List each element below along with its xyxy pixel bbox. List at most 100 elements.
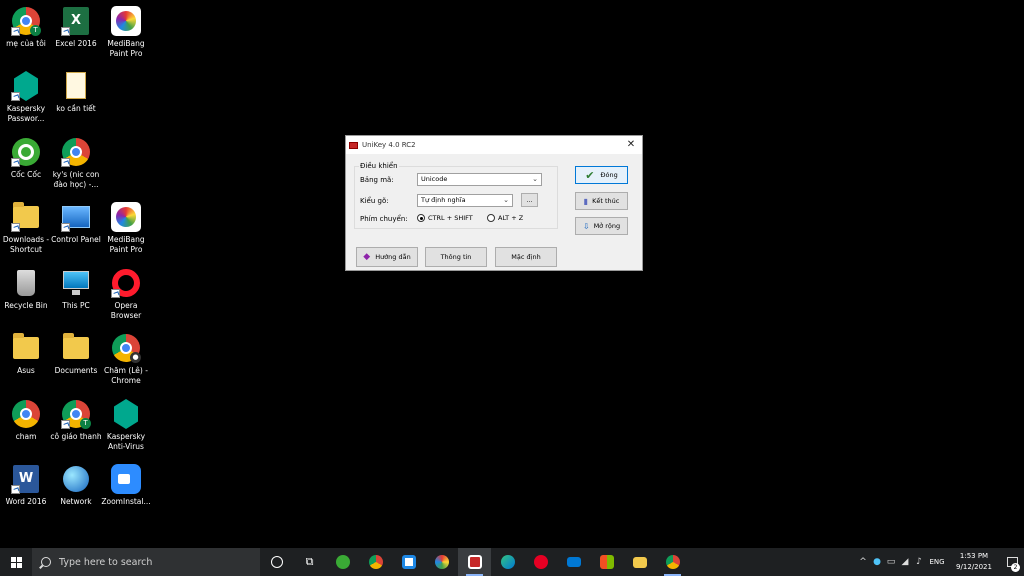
taskbar-coccoc[interactable] bbox=[326, 548, 359, 576]
taskbar-chrome[interactable] bbox=[359, 548, 392, 576]
close-icon[interactable]: ✕ bbox=[620, 136, 642, 154]
taskbar-store-app[interactable] bbox=[392, 548, 425, 576]
desktop-icon-medibang-2[interactable]: MediBang Paint Pro bbox=[100, 202, 152, 255]
desktop-icon-network[interactable]: Network bbox=[50, 464, 102, 507]
desktop-icon-label: Word 2016 bbox=[5, 497, 47, 506]
task-view-button[interactable]: ⧉ bbox=[293, 548, 326, 576]
desktop-icon-this-pc[interactable]: This PC bbox=[50, 268, 102, 311]
desktop-icon-asus[interactable]: Asus bbox=[0, 333, 52, 376]
close-button[interactable]: ✔ Đóng bbox=[575, 166, 628, 184]
desktop-icon-cham-le-chrome[interactable]: ● Chăm (Lê) - Chrome bbox=[100, 333, 152, 386]
charset-select[interactable]: Unicode ⌄ bbox=[417, 173, 542, 186]
input-method-value: Tự định nghĩa bbox=[421, 196, 466, 204]
edge-icon bbox=[500, 555, 515, 569]
action-center-button[interactable]: 2 bbox=[1000, 548, 1024, 576]
exit-button[interactable]: ▮ Kết thúc bbox=[575, 192, 628, 210]
desktop-icon-kaspersky-antivirus[interactable]: Kaspersky Anti-Virus bbox=[100, 399, 152, 452]
chrome-profile-icon bbox=[665, 555, 680, 569]
desktop-icon-label: Downloads - Shortcut bbox=[2, 235, 50, 254]
notification-count: 2 bbox=[1011, 563, 1020, 572]
system-tray: ^ ● ▭ ◢ ♪ ENG 1:53 PM 9/12/2021 2 bbox=[856, 548, 1024, 576]
desktop-icon-label: Opera Browser bbox=[110, 301, 142, 320]
unikey-icon bbox=[467, 555, 482, 569]
arrow-down-icon: ⇩ bbox=[582, 221, 590, 231]
unikey-dialog: UniKey 4.0 RC2 ✕ Điều khiển Bảng mã: Uni… bbox=[345, 135, 643, 271]
language-indicator[interactable]: ENG bbox=[926, 558, 948, 566]
taskbar-mail[interactable] bbox=[557, 548, 590, 576]
radio-selected-icon bbox=[417, 214, 425, 222]
wifi-icon[interactable]: ◢ bbox=[898, 557, 912, 567]
desktop-icon-co-giao-thanh[interactable]: T cô giáo thanh bbox=[50, 399, 102, 442]
start-button[interactable] bbox=[0, 548, 32, 576]
desktop-icon-ko-can-tiet[interactable]: ko cần tiết bbox=[50, 71, 102, 114]
desktop-icon-label: MediBang Paint Pro bbox=[107, 39, 145, 58]
charset-label: Bảng mã: bbox=[360, 176, 394, 184]
desktop-icon-kys-chrome[interactable]: ky's (nic con đào học) -... bbox=[50, 137, 102, 190]
custom-method-button[interactable]: ... bbox=[521, 193, 538, 207]
button-label: Hướng dẫn bbox=[375, 253, 411, 261]
radio-unselected-icon bbox=[487, 214, 495, 222]
desktop-icon-label: mẹ của tôi bbox=[6, 39, 46, 48]
desktop-icon-label: This PC bbox=[62, 301, 90, 310]
pinterest-icon bbox=[533, 555, 548, 569]
radio-alt-z[interactable]: ALT + Z bbox=[487, 214, 523, 222]
desktop-icon-excel-2016[interactable]: X Excel 2016 bbox=[50, 6, 102, 49]
battery-icon[interactable]: ▭ bbox=[884, 557, 898, 567]
desktop-icon-opera[interactable]: Opera Browser bbox=[100, 268, 152, 321]
taskbar-unikey[interactable] bbox=[458, 548, 491, 576]
window-title: UniKey 4.0 RC2 bbox=[362, 141, 416, 149]
expand-button[interactable]: ⇩ Mở rộng bbox=[575, 217, 628, 235]
charset-value: Unicode bbox=[421, 175, 448, 183]
coccoc-icon bbox=[335, 555, 350, 569]
desktop-icon-downloads-shortcut[interactable]: Downloads - Shortcut bbox=[0, 202, 52, 255]
desktop-icon-label: cham bbox=[15, 432, 37, 441]
desktop-icon-cham[interactable]: cham bbox=[0, 399, 52, 442]
taskbar: Type here to search ⧉ ^ ● ▭ ◢ ♪ ENG 1:53… bbox=[0, 548, 1024, 576]
cortana-button[interactable] bbox=[260, 548, 293, 576]
desktop-icon-label: Kaspersky Passwor... bbox=[6, 104, 46, 123]
desktop-icon-label: ky's (nic con đào học) -... bbox=[52, 170, 100, 189]
chevron-up-icon[interactable]: ^ bbox=[856, 557, 870, 567]
info-button[interactable]: Thông tin bbox=[425, 247, 487, 267]
chrome-icon bbox=[368, 555, 383, 569]
volume-icon[interactable]: ♪ bbox=[912, 557, 926, 567]
search-placeholder: Type here to search bbox=[59, 556, 153, 568]
control-groupbox: Điều khiển Bảng mã: Unicode ⌄ Kiểu gõ: T… bbox=[354, 162, 558, 229]
desktop-icon-label: Chăm (Lê) - Chrome bbox=[104, 366, 148, 385]
exit-door-icon: ▮ bbox=[583, 196, 589, 206]
clock[interactable]: 1:53 PM 9/12/2021 bbox=[948, 551, 1000, 573]
desktop-icon-zoominstaller[interactable]: ZoomInstal... bbox=[100, 464, 152, 507]
book-icon: ◆ bbox=[363, 252, 371, 262]
desktop-icon-coccoc[interactable]: Cốc Cốc bbox=[0, 137, 52, 180]
taskbar-file-explorer[interactable] bbox=[623, 548, 656, 576]
desktop-icon-label: Asus bbox=[17, 366, 35, 375]
radio-ctrl-shift[interactable]: CTRL + SHIFT bbox=[417, 214, 473, 222]
kaspersky-tray-icon[interactable]: ● bbox=[870, 557, 884, 567]
taskbar-store[interactable] bbox=[590, 548, 623, 576]
desktop-icon-kaspersky-password[interactable]: Kaspersky Passwor... bbox=[0, 71, 52, 124]
desktop-icon-medibang-1[interactable]: MediBang Paint Pro bbox=[100, 6, 152, 59]
desktop-icon-label: MediBang Paint Pro bbox=[107, 235, 145, 254]
taskbar-pinterest[interactable] bbox=[524, 548, 557, 576]
desktop-icon-word-2016[interactable]: W Word 2016 bbox=[0, 464, 52, 507]
desktop-icon-control-panel[interactable]: Control Panel bbox=[50, 202, 102, 245]
guide-button[interactable]: ◆ Hướng dẫn bbox=[356, 247, 418, 267]
windows-logo-icon bbox=[10, 556, 22, 568]
taskbar-search[interactable]: Type here to search bbox=[32, 548, 260, 576]
taskbar-chrome-profile[interactable] bbox=[656, 548, 689, 576]
unikey-titlebar[interactable]: UniKey 4.0 RC2 ✕ bbox=[346, 136, 642, 154]
taskbar-medibang[interactable] bbox=[425, 548, 458, 576]
desktop-icon-label: ZoomInstal... bbox=[101, 497, 151, 506]
desktop-icon-label: Control Panel bbox=[51, 235, 101, 244]
desktop-icon-me-cua-toi[interactable]: T mẹ của tôi bbox=[0, 6, 52, 49]
radio-label: ALT + Z bbox=[498, 214, 524, 222]
chevron-down-icon: ⌄ bbox=[532, 175, 538, 183]
desktop-icon-label: cô giáo thanh bbox=[50, 432, 102, 441]
default-button[interactable]: Mặc định bbox=[495, 247, 557, 267]
taskbar-edge[interactable] bbox=[491, 548, 524, 576]
desktop-icon-documents[interactable]: Documents bbox=[50, 333, 102, 376]
groupbox-label: Điều khiển bbox=[359, 162, 399, 170]
desktop-icon-recycle-bin[interactable]: Recycle Bin bbox=[0, 268, 52, 311]
search-icon bbox=[41, 557, 51, 567]
input-method-select[interactable]: Tự định nghĩa ⌄ bbox=[417, 194, 513, 207]
